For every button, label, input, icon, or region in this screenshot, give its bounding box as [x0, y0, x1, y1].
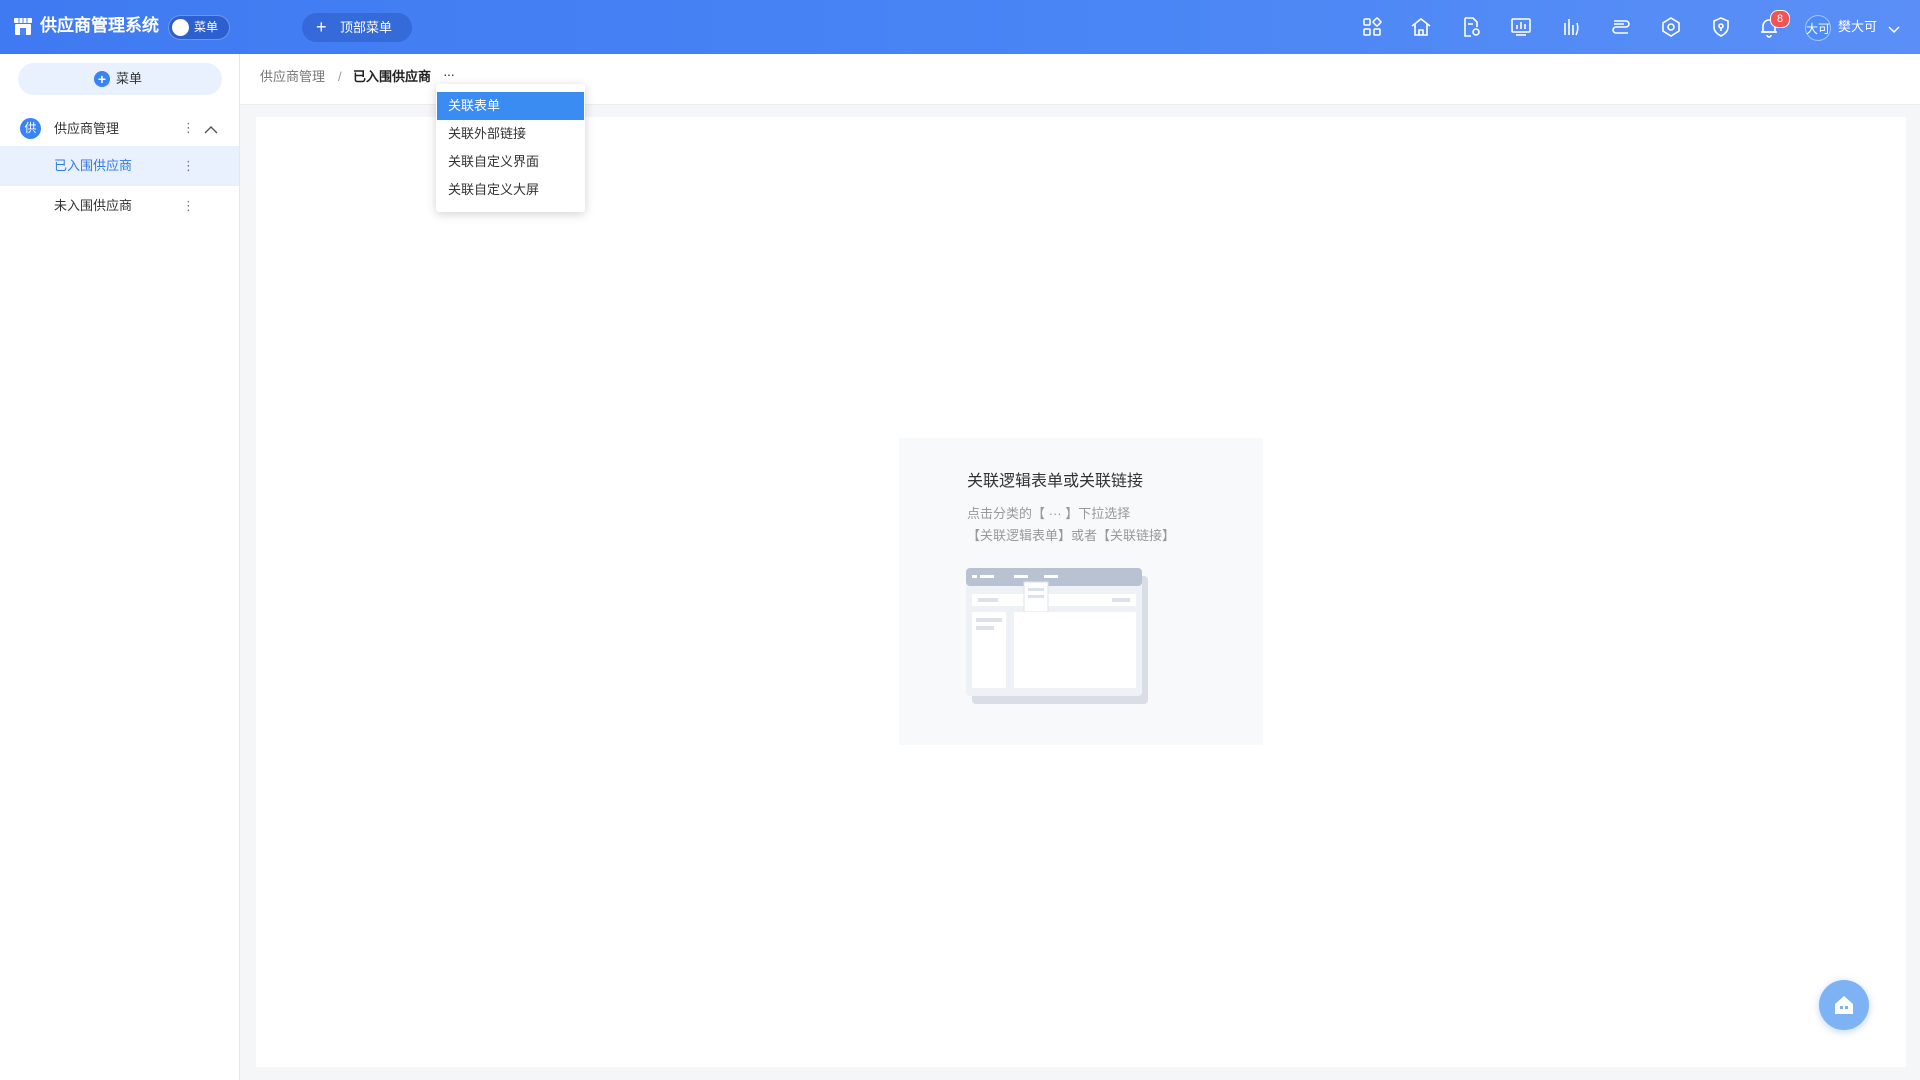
sidebar-group-supplier-management[interactable]: 供 供应商管理 ⋮: [0, 110, 239, 146]
store-logo-icon: [12, 15, 34, 37]
empty-state-hint: 【关联逻辑表单】或者【关联链接】: [967, 528, 1176, 543]
add-top-menu-button[interactable]: + 顶部菜单: [302, 13, 412, 42]
empty-state-hint: 点击分类的【 ··· 】下拉选择: [967, 506, 1131, 521]
more-vertical-icon[interactable]: ⋮: [182, 159, 195, 173]
menu-item-link-form[interactable]: 关联表单: [437, 92, 584, 120]
link-options-dropdown: 关联表单 关联外部链接 关联自定义界面 关联自定义大屏: [436, 84, 585, 212]
chevron-up-icon[interactable]: [204, 122, 218, 134]
add-circle-icon: +: [94, 71, 110, 87]
empty-window-illustration: [966, 568, 1152, 706]
top-navigation-bar: 供应商管理系统 菜单 + 顶部菜单 8 大可 樊大可: [0, 0, 1920, 54]
menu-item-label: 关联表单: [448, 98, 501, 113]
sidebar-item-label: 已入围供应商: [54, 158, 133, 173]
apps-icon[interactable]: [1360, 15, 1384, 39]
menu-item-link-custom-dashboard[interactable]: 关联自定义大屏: [437, 176, 584, 204]
chart-icon[interactable]: [1559, 15, 1583, 39]
empty-state-title: 关联逻辑表单或关联链接: [967, 473, 1144, 490]
breadcrumb-parent[interactable]: 供应商管理: [260, 69, 325, 85]
add-top-menu-label: 顶部菜单: [340, 20, 393, 35]
menu-item-link-custom-page[interactable]: 关联自定义界面: [437, 148, 584, 176]
shield-icon[interactable]: [1709, 15, 1733, 39]
main-content: 关联逻辑表单或关联链接 点击分类的【 ··· 】下拉选择 【关联逻辑表单】或者【…: [256, 117, 1906, 1067]
home-icon[interactable]: [1409, 15, 1433, 39]
menu-item-label: 关联自定义界面: [448, 154, 540, 169]
menu-toggle-switch[interactable]: 菜单: [168, 15, 230, 40]
menu-item-label: 关联外部链接: [448, 126, 527, 141]
breadcrumb-current: 已入围供应商: [353, 69, 432, 84]
app-title: 供应商管理系统: [40, 16, 159, 35]
dashboard-icon[interactable]: [1509, 15, 1533, 39]
username[interactable]: 樊大可: [1838, 19, 1877, 35]
flow-icon[interactable]: [1609, 15, 1633, 39]
more-options-button[interactable]: ···: [443, 66, 455, 82]
toggle-label: 菜单: [194, 20, 219, 34]
user-avatar[interactable]: 大可: [1805, 15, 1831, 41]
floating-home-button[interactable]: [1819, 980, 1869, 1030]
toggle-knob: [172, 19, 189, 36]
sidebar-item-unshortlisted-suppliers[interactable]: 未入围供应商 ⋮: [0, 186, 239, 226]
cube-icon[interactable]: [1659, 15, 1683, 39]
more-vertical-icon[interactable]: ⋮: [182, 121, 195, 135]
chevron-down-icon[interactable]: [1888, 22, 1900, 34]
plus-icon: +: [316, 17, 327, 37]
sidebar: + 菜单 供 供应商管理 ⋮ 已入围供应商 ⋮ 未入围供应商 ⋮: [0, 54, 240, 1080]
more-vertical-icon[interactable]: ⋮: [182, 199, 195, 213]
notification-count-badge: 8: [1770, 10, 1790, 28]
empty-state-card: 关联逻辑表单或关联链接 点击分类的【 ··· 】下拉选择 【关联逻辑表单】或者【…: [899, 438, 1263, 745]
menu-item-label: 关联自定义大屏: [448, 182, 540, 197]
breadcrumb-separator: /: [338, 69, 342, 84]
group-badge: 供: [20, 118, 41, 139]
sidebar-item-shortlisted-suppliers[interactable]: 已入围供应商 ⋮: [0, 146, 239, 186]
sidebar-item-label: 未入围供应商: [54, 198, 133, 213]
house-icon: [1835, 996, 1853, 1014]
group-label: 供应商管理: [54, 121, 120, 136]
menu-item-link-external-url[interactable]: 关联外部链接: [437, 120, 584, 148]
add-menu-label: 菜单: [116, 71, 143, 86]
add-menu-button[interactable]: + 菜单: [18, 63, 222, 95]
document-settings-icon[interactable]: [1459, 15, 1483, 39]
